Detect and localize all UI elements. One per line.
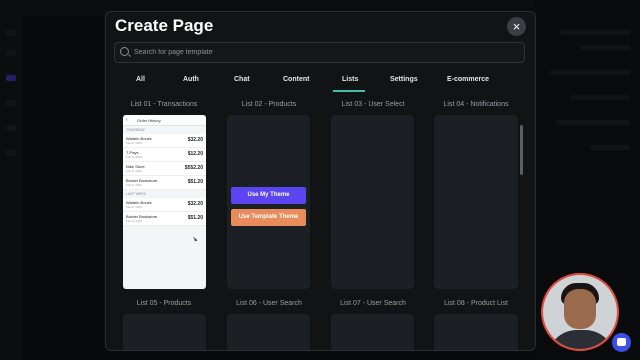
close-icon: × — [512, 19, 521, 34]
search-icon — [120, 47, 129, 56]
tab-auth[interactable]: Auth — [183, 76, 199, 83]
modal-title: Create Page — [115, 16, 214, 35]
chat-icon — [617, 338, 626, 346]
close-button[interactable]: × — [507, 17, 526, 36]
card-title-list01: List 01 - Transactions — [130, 101, 198, 108]
card-title-list08: List 08 - Product List — [444, 300, 508, 307]
template-card-list01[interactable]: ‹ Order History THURSDAY Walden Books Feb … — [123, 115, 206, 289]
template-card-list08[interactable] — [434, 314, 518, 350]
template-card-list05[interactable] — [123, 314, 206, 350]
scrollbar[interactable] — [520, 125, 523, 175]
template-card-list07[interactable] — [331, 314, 414, 350]
card-title-list02: List 02 - Products — [241, 101, 297, 108]
category-tabs: All Auth Chat Content Lists Settings E-c… — [106, 76, 535, 92]
list-item: Walden Books Feb 8, 2022 $32.20 — [123, 134, 206, 148]
list-item: Nike Store Feb 8, 2022 $552.20 — [123, 162, 206, 176]
webcam-overlay — [541, 273, 619, 351]
card-title-list03: List 03 - User Select — [341, 101, 405, 108]
card-title-list07: List 07 - User Search — [340, 300, 406, 307]
preview-section: LAST WEEK — [126, 192, 146, 196]
tab-all[interactable]: All — [136, 76, 145, 83]
search-input[interactable] — [134, 43, 514, 62]
tab-settings[interactable]: Settings — [390, 76, 418, 83]
tab-chat[interactable]: Chat — [234, 76, 250, 83]
tab-lists[interactable]: Lists — [342, 76, 358, 83]
active-tab-indicator — [333, 90, 365, 92]
template-card-list06[interactable] — [227, 314, 310, 350]
list-item: T-Pays Feb 8, 2022 $12.20 — [123, 148, 206, 162]
create-page-modal: Create Page × All Auth Chat Content List… — [105, 11, 536, 351]
card-title-list05: List 05 - Products — [136, 300, 192, 307]
preview-section: THURSDAY — [126, 128, 145, 132]
search-field[interactable] — [114, 42, 525, 63]
tab-ecommerce[interactable]: E-commerce — [447, 76, 489, 83]
mouse-cursor-icon — [193, 235, 198, 242]
use-my-theme-button[interactable]: Use My Theme — [231, 187, 306, 204]
list-item: Border Bookstore Feb 8, 2022 $51.20 — [123, 176, 206, 190]
template-card-list04[interactable] — [434, 115, 518, 289]
list-item: Walden Books Feb 8, 2022 $32.20 — [123, 198, 206, 212]
preview-header: Order History — [137, 118, 161, 123]
use-template-theme-button[interactable]: Use Template Theme — [231, 209, 306, 226]
chat-support-button[interactable] — [612, 333, 631, 352]
tab-content[interactable]: Content — [283, 76, 309, 83]
list-item: Border Bookstore Feb 8, 2022 $51.20 — [123, 212, 206, 226]
card-title-list06: List 06 - User Search — [236, 300, 302, 307]
template-card-list03[interactable] — [331, 115, 414, 289]
card-title-list04: List 04 - Notifications — [443, 101, 509, 108]
